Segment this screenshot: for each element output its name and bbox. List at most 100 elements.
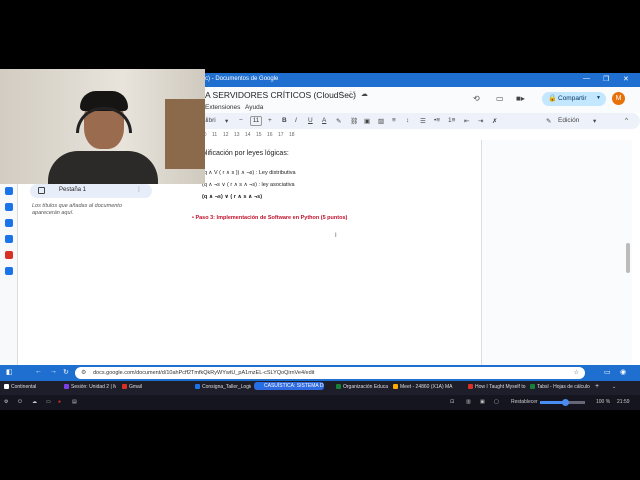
clear-format-icon[interactable]: ✗ (492, 117, 497, 125)
increase-size-icon[interactable]: + (268, 117, 272, 124)
rail-sheets-icon[interactable] (5, 203, 13, 211)
clock: 21:59 (617, 399, 630, 405)
ruler-tick: 14 (245, 132, 251, 138)
settings-icon[interactable]: ⚙ (4, 399, 8, 405)
comment-icon[interactable]: ▭ (496, 94, 504, 103)
tablet-icon[interactable]: ▥ (466, 399, 471, 405)
window-title: c) - Documentos de Google (205, 76, 279, 82)
minimize-button[interactable]: — (583, 75, 590, 82)
site-info-icon[interactable]: ⚙ (81, 369, 86, 376)
tab-favicon-icon (530, 384, 535, 390)
bold-button[interactable]: B (282, 117, 287, 124)
vertical-scrollbar[interactable] (626, 243, 630, 273)
browser-tab[interactable]: Gmail (122, 384, 152, 390)
rail-forms-icon[interactable] (5, 235, 13, 243)
power-icon[interactable]: ⏻ (18, 399, 22, 405)
meet-icon[interactable]: ■▸ (516, 94, 525, 103)
indent-increase-icon[interactable]: ⇥ (478, 117, 483, 125)
bullet-list-icon[interactable]: •≡ (434, 117, 440, 124)
formula-line: (q ∧ ¬s ∨ ( r ∧ s ∧ ¬s) : ley asociativa (202, 182, 295, 188)
ruler-tick: 18 (289, 132, 295, 138)
reload-icon[interactable]: ↻ (63, 368, 69, 376)
menu-help[interactable]: Ayuda (245, 104, 263, 111)
display-icon[interactable]: ▣ (480, 399, 485, 405)
image-icon[interactable]: ▨ (378, 117, 384, 125)
numbered-list-icon[interactable]: 1≡ (448, 117, 455, 124)
maximize-button[interactable]: ❐ (603, 75, 609, 83)
editing-dropdown-icon[interactable]: ▾ (593, 117, 596, 125)
align-icon[interactable]: ≡ (392, 117, 396, 124)
indent-decrease-icon[interactable]: ⇤ (464, 117, 469, 125)
profile-icon[interactable]: ◉ (620, 368, 626, 376)
address-row: ◧ ← → ↻ ⚙ docs.google.com/document/d/10a… (0, 365, 640, 381)
font-dropdown-icon[interactable]: ▾ (225, 117, 228, 125)
share-button[interactable]: 🔒 Compartir ▼ (542, 92, 606, 106)
avatar[interactable]: M (612, 92, 625, 105)
history-icon[interactable]: ⟲ (473, 94, 480, 103)
window-icon[interactable]: ▢ (494, 399, 499, 405)
decrease-size-icon[interactable]: − (239, 117, 243, 124)
tab-favicon-icon (195, 384, 200, 390)
menu-extensions[interactable]: Extensiones (205, 104, 240, 111)
highlight-icon[interactable]: ✎ (336, 117, 341, 125)
extension-icon[interactable]: ▭ (604, 368, 611, 376)
lock-icon: 🔒 (548, 95, 557, 102)
document-tab-icon (38, 187, 45, 194)
link-icon[interactable]: ⛓ (350, 117, 358, 125)
browser-tab[interactable]: Organización Educativa (336, 384, 388, 390)
rail-youtube-icon[interactable] (5, 251, 13, 259)
record-icon[interactable]: ● (58, 399, 61, 405)
text-cursor: I (335, 233, 337, 239)
italic-button[interactable]: I (295, 117, 297, 124)
text-color-button[interactable]: A (322, 117, 326, 124)
tab-favicon-icon (122, 384, 127, 390)
section-heading: plificación por leyes lógicas: (202, 150, 289, 157)
browser-tab[interactable]: Consigna_Taller_Logica (195, 384, 251, 390)
back-icon[interactable]: ← (35, 368, 42, 375)
chevron-down-icon: ▼ (596, 95, 601, 101)
browser-tab[interactable]: How I Taught Myself to (468, 384, 526, 390)
cloud-sync-icon[interactable]: ☁ (32, 399, 37, 405)
sidebar-toggle-icon[interactable]: ◧ (6, 368, 13, 376)
checklist-icon[interactable]: ☰ (420, 117, 426, 125)
underline-button[interactable]: U (308, 117, 313, 124)
browser-tab[interactable]: Continental (4, 384, 59, 390)
move-folder-icon[interactable]: ⬚ (349, 91, 361, 98)
forward-icon[interactable]: → (50, 368, 57, 375)
browser-tab-label: Tabsl - Hojas de cálculo (537, 384, 590, 390)
taskbar-app-icon[interactable]: ▤ (72, 399, 77, 405)
browser-tab[interactable]: Sesión: Unidad 2 | MA (64, 384, 116, 390)
folder-icon[interactable]: ▭ (46, 399, 51, 405)
browser-tab-label: Gmail (129, 384, 143, 390)
browser-tab-active[interactable]: CASUÍSTICA: SISTEMA DE (254, 382, 324, 390)
share-label: Compartir (558, 95, 587, 102)
screenshot-icon[interactable]: ⊡ (450, 399, 454, 405)
editing-mode-select[interactable]: Edición (558, 117, 579, 124)
tab-search-icon[interactable]: ⌄ (612, 384, 616, 390)
zoom-slider-handle[interactable] (561, 399, 569, 406)
url-text: docs.google.com/document/d/10ahPcff2Tmfk… (93, 370, 315, 376)
ruler-tick: 11 (212, 132, 218, 138)
doc-title[interactable]: A SERVIDORES CRÍTICOS (CloudSec) (205, 90, 356, 100)
bookmark-icon[interactable]: ☆ (574, 369, 579, 376)
editing-pencil-icon[interactable]: ✎ (546, 117, 551, 125)
tab-card[interactable]: Pestaña 1 ⋮ (30, 184, 152, 198)
line-spacing-icon[interactable]: ↕ (406, 117, 409, 124)
comment-add-icon[interactable]: ▣ (364, 117, 370, 125)
font-size-input[interactable]: 11 (250, 116, 262, 126)
browser-tab[interactable]: Tabsl - Hojas de cálculo (530, 384, 590, 390)
address-bar[interactable]: ⚙ docs.google.com/document/d/10ahPcff2Tm… (75, 367, 585, 379)
restore-label[interactable]: Restablecer (511, 399, 538, 405)
zoom-value: 100 % (596, 399, 611, 405)
browser-tab[interactable]: Meet - 24860 (X1A) MA (393, 384, 455, 390)
ruler-tick: 15 (256, 132, 262, 138)
cloud-icon[interactable]: ☁ (361, 91, 373, 98)
rail-slides-icon[interactable] (5, 219, 13, 227)
new-tab-button[interactable]: + (595, 383, 599, 390)
close-button[interactable]: ✕ (623, 75, 629, 83)
star-icon[interactable]: ☆ (338, 91, 349, 98)
rail-add-icon[interactable] (5, 267, 13, 275)
more-options-icon[interactable]: ⋮ (136, 186, 142, 193)
collapse-toolbar-icon[interactable]: ^ (625, 117, 628, 124)
rail-docs-icon[interactable] (5, 187, 13, 195)
